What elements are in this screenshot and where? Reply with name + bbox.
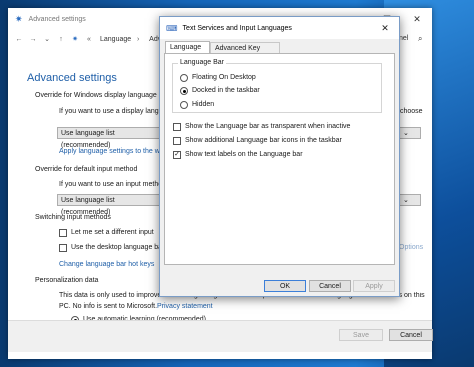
input-method-select-chevron[interactable]: ⌄ <box>399 194 421 206</box>
apply-button[interactable]: Apply <box>353 280 395 292</box>
desktop-language-bar-checkbox[interactable] <box>59 244 67 252</box>
section-switching-input: Switching input methods <box>35 214 111 221</box>
set-different-input-checkbox[interactable] <box>59 229 67 237</box>
breadcrumb-language[interactable]: Language <box>100 36 131 43</box>
ok-button[interactable]: OK <box>264 280 306 292</box>
breadcrumb-chevron-icon: « <box>87 35 91 43</box>
group-legend: Language Bar <box>178 59 226 66</box>
search-box-fragment[interactable]: nel <box>399 35 408 42</box>
control-panel-icon: ✷ <box>72 36 78 43</box>
input-method-select[interactable]: Use language list (recommended) <box>57 194 160 216</box>
checkmark-icon: ✓ <box>174 151 180 158</box>
text-labels-label: Show text labels on the Language bar <box>185 151 303 158</box>
transparent-inactive-label: Show the Language bar as transparent whe… <box>185 123 351 130</box>
keyboard-icon: ⌨ <box>166 23 178 33</box>
input-method-desc: If you want to use an input method <box>59 181 167 188</box>
window-close-button[interactable]: ✕ <box>402 8 432 30</box>
docked-taskbar-radio[interactable] <box>180 87 188 95</box>
settings-app-icon: ✷ <box>15 13 23 24</box>
text-labels-checkbox[interactable]: ✓ <box>173 151 181 159</box>
desktop-language-bar-label: Use the desktop language bar <box>71 244 165 251</box>
section-personalization: Personalization data <box>35 277 99 284</box>
display-language-desc-suffix: choose <box>400 108 423 115</box>
page-title: Advanced settings <box>27 72 117 84</box>
section-input-method: Override for default input method <box>35 166 138 173</box>
hidden-label: Hidden <box>192 101 215 108</box>
display-language-select-chevron[interactable]: ⌄ <box>399 127 421 139</box>
personalization-line2: PC. No info is sent to Microsoft. <box>59 303 158 310</box>
privacy-statement-link[interactable]: Privacy statement <box>157 303 213 310</box>
docked-taskbar-label: Docked in the taskbar <box>192 87 260 94</box>
language-bar-panel: Language Bar Floating On Desktop Docked … <box>164 53 395 265</box>
forward-arrow-icon[interactable]: → <box>26 36 40 43</box>
dialog-titlebar: ⌨ Text Services and Input Languages <box>160 17 399 39</box>
close-icon: ✕ <box>381 22 389 33</box>
set-different-input-label: Let me set a different input <box>71 229 154 236</box>
breadcrumb-separator-icon: › <box>136 35 140 43</box>
tab-advanced-key-settings[interactable]: Advanced Key Settings <box>210 42 280 64</box>
section-display-language: Override for Windows display language <box>35 92 157 99</box>
hidden-radio[interactable] <box>180 101 188 109</box>
additional-icons-label: Show additional Language bar icons in th… <box>185 137 342 144</box>
apply-language-settings-link[interactable]: Apply language settings to the w <box>59 148 160 155</box>
chevron-down-icon: ⌄ <box>403 197 409 204</box>
dialog-cancel-button[interactable]: Cancel <box>309 280 351 292</box>
text-services-dialog: ⌨ Text Services and Input Languages ✕ La… <box>159 16 400 297</box>
display-language-desc: If you want to use a display language <box>59 108 175 115</box>
settings-cancel-button[interactable]: Cancel <box>389 329 433 341</box>
back-arrow-icon[interactable]: ← <box>12 36 26 43</box>
floating-desktop-label: Floating On Desktop <box>192 74 256 81</box>
transparent-inactive-checkbox[interactable] <box>173 123 181 131</box>
floating-desktop-radio[interactable] <box>180 74 188 82</box>
save-button[interactable]: Save <box>339 329 383 341</box>
change-hotkeys-link[interactable]: Change language bar hot keys <box>59 261 154 268</box>
chevron-down-icon: ⌄ <box>403 130 409 137</box>
window-title: Advanced settings <box>28 15 86 23</box>
search-icon[interactable]: ⌕ <box>418 34 422 44</box>
personalization-line1: This data is only used to improve <box>59 292 162 299</box>
options-link[interactable]: Options <box>399 244 423 251</box>
up-arrow-icon[interactable]: ↑ <box>54 36 68 43</box>
recent-chevron-icon[interactable]: ⌄ <box>40 35 54 43</box>
dialog-title: Text Services and Input Languages <box>182 24 292 32</box>
additional-icons-checkbox[interactable] <box>173 137 181 145</box>
display-language-select[interactable]: Use language list (recommended) <box>57 127 160 149</box>
dialog-close-button[interactable]: ✕ <box>371 17 399 39</box>
